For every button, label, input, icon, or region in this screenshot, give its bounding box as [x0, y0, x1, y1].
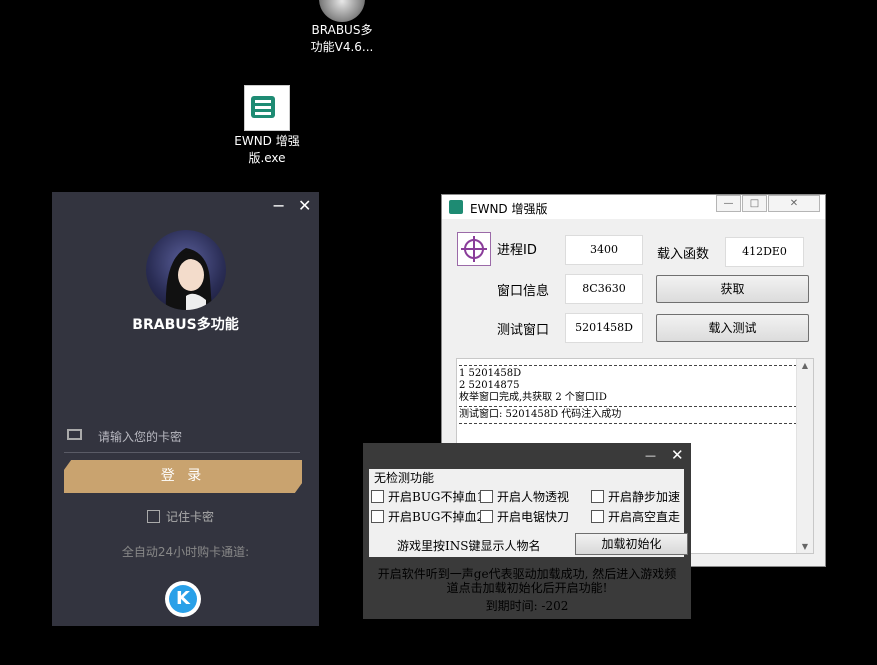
avatar: [146, 230, 226, 310]
log-separator: [459, 423, 797, 424]
ins-key-tip: 游戏里按INS键显示人物名: [397, 539, 541, 553]
card-key-row: [64, 422, 300, 453]
login-button[interactable]: 登 录: [64, 460, 302, 493]
feature-panel-window: — ✕ 无检测功能 开启BUG不掉血1 开启人物透视 开启静步加速 开启BUG不…: [363, 443, 691, 619]
window-title: EWND 增强版: [470, 202, 548, 216]
desktop-icon-label: EWND 增强 版.exe: [234, 134, 300, 165]
crosshair-icon[interactable]: [457, 232, 491, 266]
log-line: 枚举窗口完成,共获取 2 个窗口ID: [459, 392, 607, 403]
checkbox-box[interactable]: [147, 510, 160, 523]
option-fast-chainsaw[interactable]: 开启电锯快刀: [480, 508, 569, 525]
app-title: BRABUS多功能: [132, 317, 239, 333]
option-player-esp[interactable]: 开启人物透视: [480, 488, 569, 505]
option-bug-no-blood-2[interactable]: 开启BUG不掉血2: [371, 508, 484, 525]
checkbox-box[interactable]: [371, 490, 384, 503]
desktop-icon-brabus[interactable]: BRABUS多 功能V4.6...: [300, 0, 384, 56]
card-icon: [67, 429, 82, 440]
checkbox-box[interactable]: [371, 510, 384, 523]
load-function-field[interactable]: 412DE0: [725, 237, 804, 267]
scroll-down-icon[interactable]: ▼: [797, 542, 813, 551]
log-line: 测试窗口: 5201458D 代码注入成功: [459, 409, 622, 420]
checkbox-box[interactable]: [480, 510, 493, 523]
checkbox-box[interactable]: [591, 510, 604, 523]
test-window-field[interactable]: 5201458D: [565, 313, 643, 343]
log-scrollbar[interactable]: ▲ ▼: [796, 359, 813, 553]
close-button[interactable]: ✕: [298, 196, 311, 215]
process-id-label: 进程ID: [497, 243, 537, 258]
log-line: 2 52014875: [459, 380, 520, 391]
minimize-button[interactable]: —: [645, 449, 656, 462]
ewnd-app-icon: [244, 85, 290, 131]
minimize-button[interactable]: −: [272, 196, 285, 215]
close-button[interactable]: ✕: [768, 195, 820, 212]
brabus-app-icon: [319, 0, 365, 22]
desktop-icon-label: BRABUS多 功能V4.6...: [310, 23, 374, 54]
close-button[interactable]: ✕: [671, 446, 684, 464]
window-info-label: 窗口信息: [497, 284, 550, 299]
ewnd-app-icon: [449, 200, 463, 214]
option-silent-speed[interactable]: 开启静步加速: [591, 488, 680, 505]
k-logo-letter: K: [169, 585, 197, 613]
buy-card-channel-label: 全自动24小时购卡通道:: [121, 545, 250, 559]
maximize-button[interactable]: □: [742, 195, 767, 212]
checkbox-box[interactable]: [591, 490, 604, 503]
remember-card-label: 记住卡密: [166, 510, 215, 524]
option-air-walk[interactable]: 开启高空直走: [591, 508, 680, 525]
get-button[interactable]: 获取: [656, 275, 809, 303]
load-function-label: 载入函数: [657, 247, 710, 262]
checkbox-box[interactable]: [480, 490, 493, 503]
log-separator: [459, 406, 797, 407]
load-test-button[interactable]: 载入测试: [656, 314, 809, 342]
test-window-label: 测试窗口: [497, 323, 550, 338]
title-bar[interactable]: EWND 增强版 — □ ✕: [442, 195, 825, 219]
k-shop-icon[interactable]: K: [165, 581, 201, 617]
scroll-up-icon[interactable]: ▲: [797, 361, 813, 370]
minimize-button[interactable]: —: [716, 195, 741, 212]
group-title: 无检测功能: [374, 471, 435, 485]
option-bug-no-blood-1[interactable]: 开启BUG不掉血1: [371, 488, 484, 505]
remember-card-checkbox[interactable]: 记住卡密: [147, 508, 214, 525]
desktop-icon-ewnd[interactable]: EWND 增强 版.exe: [225, 85, 309, 167]
expire-time: 到期时间: -202: [485, 599, 569, 613]
brabus-login-window: − ✕ BRABUS多功能 登 录 记住卡密 全自动24小时购卡通道: K: [52, 192, 319, 626]
card-key-input[interactable]: [96, 426, 300, 448]
window-info-field[interactable]: 8C3630: [565, 274, 643, 304]
log-separator: [459, 365, 797, 366]
log-line: 1 5201458D: [459, 368, 522, 379]
load-init-button[interactable]: 加载初始化: [575, 533, 688, 555]
process-id-field[interactable]: 3400: [565, 235, 643, 265]
notice-line: 道点击加载初始化后开启功能!: [446, 581, 608, 595]
